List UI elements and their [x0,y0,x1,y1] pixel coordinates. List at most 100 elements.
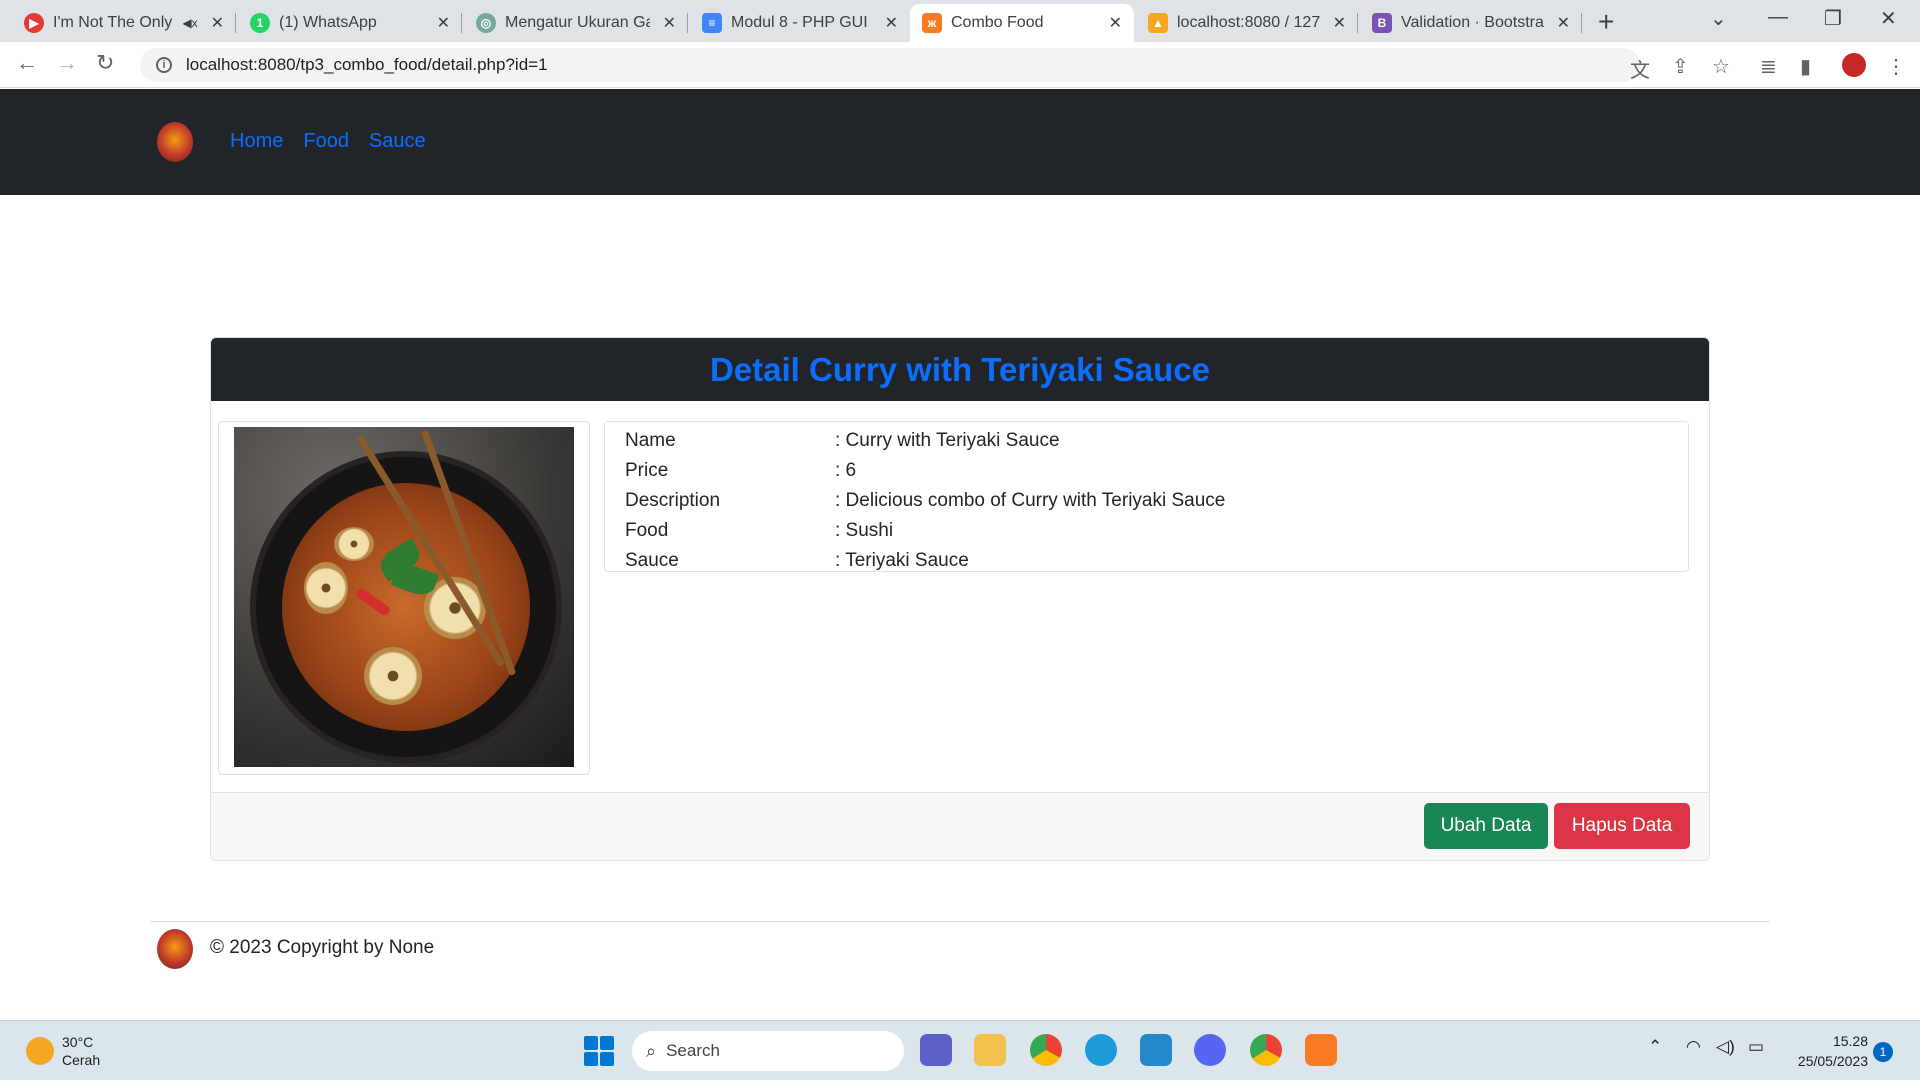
browser-tab[interactable]: ◎ Mengatur Ukuran Gar ✕ [464,4,688,42]
share-icon[interactable]: ⇪ [1672,54,1689,79]
browser-tab[interactable]: 1 (1) WhatsApp ✕ [238,4,462,42]
volume-icon[interactable]: ◁) [1716,1037,1735,1057]
url-text: localhost:8080/tp3_combo_food/detail.php… [186,55,548,74]
weather-widget[interactable]: 30°C Cerah [26,1033,100,1069]
chatgpt-icon: ◎ [476,13,496,33]
close-window-icon[interactable]: ✕ [1880,6,1897,31]
close-tab-icon[interactable]: ✕ [1557,13,1570,33]
card-header: Detail Curry with Teriyaki Sauce [211,338,1709,401]
site-info-icon[interactable]: i [156,57,172,73]
edit-data-button[interactable]: Ubah Data [1424,803,1548,849]
info-value: : Curry with Teriyaki Sauce [835,430,1060,451]
site-logo[interactable] [157,122,193,162]
info-row-food: Food : Sushi [625,516,1668,546]
browser-tab[interactable]: ≡ Modul 8 - PHP GUI - ( ✕ [690,4,910,42]
info-row-description: Description : Delicious combo of Curry w… [625,486,1668,516]
close-tab-icon[interactable]: ✕ [663,13,676,33]
tab-title: (1) WhatsApp [279,14,377,31]
site-navbar: Home Food Sauce [0,89,1920,195]
tab-title: localhost:8080 / 127.0 [1177,14,1320,31]
card-footer: Ubah Data Hapus Data [211,792,1709,860]
restore-icon[interactable]: ❐ [1824,6,1842,31]
edge-icon[interactable] [1085,1034,1117,1066]
taskbar-search[interactable]: ⌕ Search [632,1031,904,1071]
battery-icon[interactable]: ▭ [1748,1037,1764,1057]
bookmark-star-icon[interactable]: ☆ [1712,54,1730,79]
info-value: : 6 [835,460,857,481]
xampp-icon: ж [922,13,942,33]
tab-title: Combo Food [951,14,1044,31]
address-bar: ← → ↻ i localhost:8080/tp3_combo_food/de… [0,42,1920,88]
windows-taskbar: 30°C Cerah ⌕ Search ⌃ ◠ ◁) ▭ 15.28 25/05… [0,1020,1920,1080]
back-icon[interactable]: ← [16,50,38,76]
food-image [234,427,574,767]
footer-copyright: © 2023 Copyright by None [210,937,435,958]
close-tab-icon[interactable]: ✕ [437,13,450,33]
search-icon: ⌕ [646,1040,657,1061]
file-explorer-icon[interactable] [974,1034,1006,1066]
whatsapp-icon: 1 [250,13,270,33]
info-row-name: Name : Curry with Teriyaki Sauce [625,426,1668,456]
browser-tab[interactable]: ▲ localhost:8080 / 127.0 ✕ [1136,4,1358,42]
page-title: Detail Curry with Teriyaki Sauce [709,350,1211,388]
footer-divider [150,921,1770,922]
info-value: : Sushi [835,520,894,541]
info-value: : Delicious combo of Curry with Teriyaki… [835,490,1226,511]
url-input[interactable]: i localhost:8080/tp3_combo_food/detail.p… [140,48,1640,82]
minimize-icon[interactable]: — [1768,6,1788,29]
translate-icon[interactable]: 文 [1630,54,1650,83]
bootstrap-icon: B [1372,13,1392,33]
notification-badge[interactable]: 1 [1873,1042,1893,1062]
browser-tab-active[interactable]: ж Combo Food ✕ [910,4,1134,42]
browser-tab-strip: ▶ I'm Not The Only ◀x ✕ 1 (1) WhatsApp ✕… [0,0,1920,42]
chrome-profile-icon[interactable] [1250,1034,1282,1066]
windows-start-icon[interactable] [584,1036,614,1066]
footer-logo [157,929,193,969]
tab-search-icon[interactable]: ⌄ [1710,6,1727,31]
close-tab-icon[interactable]: ✕ [211,13,224,33]
discord-icon[interactable] [1194,1034,1226,1066]
close-tab-icon[interactable]: ✕ [1333,13,1346,33]
close-tab-icon[interactable]: ✕ [885,13,898,33]
weather-temp: 30°C [62,1034,94,1050]
xampp-icon[interactable] [1305,1034,1337,1066]
tab-title: Modul 8 - PHP GUI - ( [731,14,872,31]
tab-title: Validation · Bootstrap [1401,14,1544,31]
speaker-muted-icon[interactable]: ◀x [182,16,197,30]
new-tab-icon[interactable]: + [1598,6,1614,38]
chrome-icon[interactable] [1030,1034,1062,1066]
forward-icon[interactable]: → [56,50,78,76]
vscode-icon[interactable] [1140,1034,1172,1066]
delete-data-button[interactable]: Hapus Data [1554,803,1690,849]
show-hidden-icons-icon[interactable]: ⌃ [1648,1037,1662,1057]
nav-sauce-link[interactable]: Sauce [369,130,426,153]
detail-info-table: Name : Curry with Teriyaki Sauce Price :… [604,421,1689,572]
profile-avatar[interactable] [1840,51,1868,79]
info-row-price: Price : 6 [625,456,1668,486]
nav-links: Home Food Sauce [230,130,426,153]
taskbar-clock[interactable]: 15.28 25/05/2023 [1784,1031,1868,1071]
info-label: Name [625,430,676,451]
nav-home-link[interactable]: Home [230,130,283,153]
reload-icon[interactable]: ↻ [96,50,114,76]
info-label: Price [625,460,669,481]
search-placeholder: Search [666,1041,720,1060]
tab-title: Mengatur Ukuran Gar [505,14,650,31]
nav-food-link[interactable]: Food [303,130,349,153]
info-label: Description [625,490,721,511]
tab-title: I'm Not The Only [53,14,173,31]
browser-tab[interactable]: B Validation · Bootstrap ✕ [1360,4,1582,42]
info-label: Sauce [625,550,679,571]
teams-icon[interactable] [920,1034,952,1066]
browser-tab[interactable]: ▶ I'm Not The Only ◀x ✕ [12,4,236,42]
info-row-sauce: Sauce : Teriyaki Sauce [625,546,1668,576]
wifi-icon[interactable]: ◠ [1686,1037,1701,1057]
menu-kebab-icon[interactable]: ⋮ [1886,54,1906,79]
info-value: : Teriyaki Sauce [835,550,969,571]
info-label: Food [625,520,669,541]
phpmyadmin-icon: ▲ [1148,13,1168,33]
reading-list-icon[interactable]: ≣ [1760,54,1777,79]
close-tab-icon[interactable]: ✕ [1109,13,1122,33]
side-panel-icon[interactable]: ▮ [1800,54,1811,79]
clock-time: 15.28 [1832,1033,1868,1049]
